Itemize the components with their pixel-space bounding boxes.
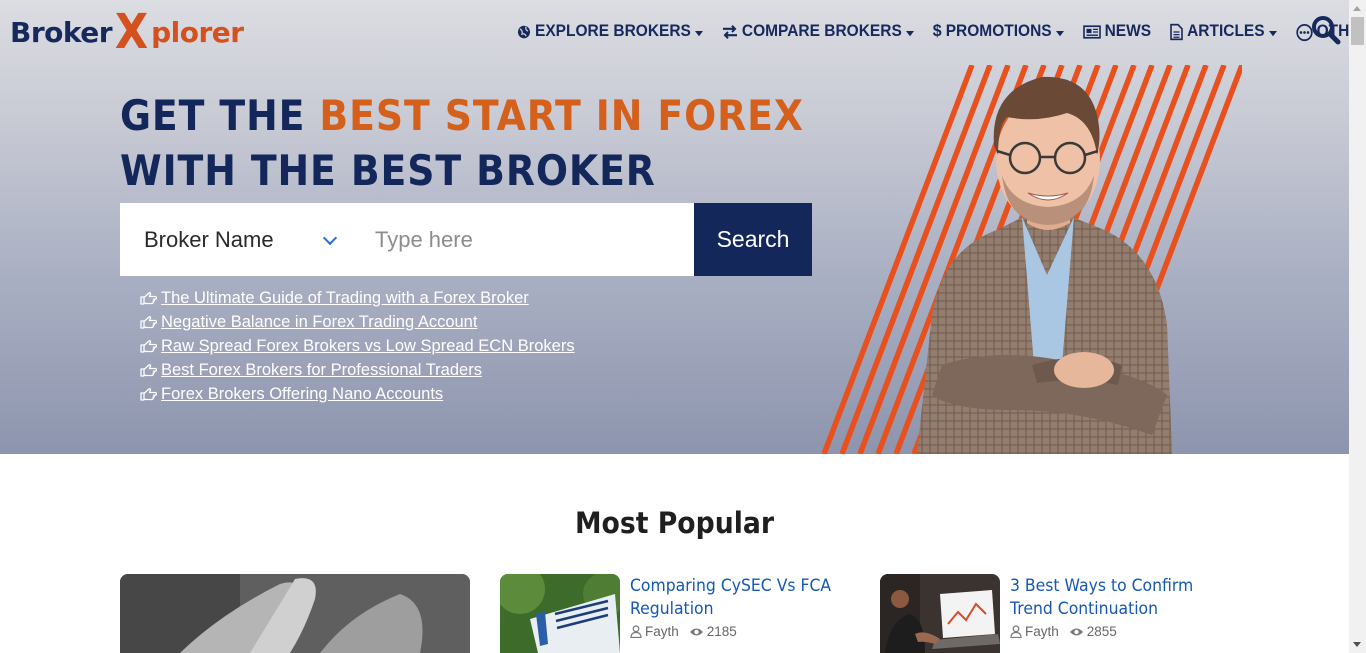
logo-text-plorer: plorer (151, 15, 244, 49)
popular-article-card[interactable]: 3 Best Ways to Confirm Trend Continuatio… (880, 574, 1230, 653)
trading-laptop-image (880, 574, 1000, 653)
quick-links: The Ultimate Guide of Trading with a For… (140, 286, 575, 406)
eye-icon (689, 628, 703, 635)
quick-link-label: Best Forex Brokers for Professional Trad… (161, 360, 482, 379)
eye-icon (1069, 628, 1083, 635)
user-icon (630, 625, 642, 638)
quick-link-label: Negative Balance in Forex Trading Accoun… (161, 312, 478, 331)
views-count: 2185 (706, 624, 737, 639)
nav-news[interactable]: NEWS (1082, 22, 1152, 42)
main-nav: EXPLORE BROKERS COMPARE BROKERS $ PROMOT… (517, 20, 1349, 44)
hero-man-image (822, 65, 1242, 454)
quick-link-label: Forex Brokers Offering Nano Accounts (161, 384, 444, 403)
file-icon (1170, 23, 1183, 41)
headline-line2: WITH THE BEST BROKER (120, 146, 656, 195)
nav-label: EXPLORE BROKERS (535, 22, 691, 41)
user-icon (1010, 625, 1022, 638)
broker-search-bar: Broker Name Search (120, 203, 812, 276)
nav-promotions[interactable]: $ PROMOTIONS (933, 23, 1064, 42)
exchange-icon (722, 24, 737, 40)
views-count: 2855 (1086, 624, 1117, 639)
chevron-down-icon (322, 230, 338, 246)
hero-section: Broker X plorer EXPLORE BROKERS COMPARE … (0, 0, 1349, 454)
quick-link-label: Raw Spread Forex Brokers vs Low Spread E… (161, 336, 575, 355)
hand-pointer-icon (140, 364, 157, 377)
search-input[interactable] (354, 203, 694, 276)
handshake-image (120, 574, 470, 653)
select-value: Broker Name (144, 226, 274, 252)
nav-explore-brokers[interactable]: EXPLORE BROKERS (517, 23, 703, 42)
site-logo[interactable]: Broker X plorer (10, 8, 244, 56)
search-icon[interactable] (1311, 15, 1341, 45)
article-author: Fayth (645, 624, 679, 639)
nav-label: ARTICLES (1187, 22, 1265, 41)
nav-label: PROMOTIONS (945, 22, 1052, 41)
article-meta: Fayth 2855 (1010, 624, 1117, 639)
caret-down-icon (905, 30, 914, 36)
newspaper-icon (1082, 25, 1101, 39)
scroll-down-arrow-icon[interactable] (1353, 642, 1361, 647)
article-title[interactable]: 3 Best Ways to Confirm Trend Continuatio… (1010, 575, 1212, 621)
quick-link[interactable]: Best Forex Brokers for Professional Trad… (140, 358, 575, 382)
quick-link[interactable]: Raw Spread Forex Brokers vs Low Spread E… (140, 334, 575, 358)
nav-compare-brokers[interactable]: COMPARE BROKERS (722, 23, 914, 42)
nav-articles[interactable]: ARTICLES (1170, 23, 1277, 42)
scrollbar-thumb[interactable] (1351, 17, 1364, 45)
search-type-select[interactable]: Broker Name (120, 203, 354, 276)
caret-down-icon (1268, 30, 1277, 36)
article-meta: Fayth 2185 (630, 624, 737, 639)
quick-link[interactable]: The Ultimate Guide of Trading with a For… (140, 286, 575, 310)
headline-accent: BEST START IN FOREX (319, 91, 804, 140)
logo-x: X (114, 4, 149, 60)
hero-headline: GET THE BEST START IN FOREX WITH THE BES… (120, 88, 804, 198)
caret-down-icon (1055, 30, 1064, 36)
hand-pointer-icon (140, 292, 157, 305)
scroll-up-arrow-icon[interactable] (1353, 6, 1361, 11)
logo-text-broker: Broker (10, 15, 113, 49)
quick-link[interactable]: Forex Brokers Offering Nano Accounts (140, 382, 575, 406)
globe-icon (518, 25, 530, 39)
caret-down-icon (694, 30, 703, 36)
dollar-icon: $ (932, 22, 942, 41)
headline-plain: GET THE (120, 91, 320, 140)
cysec-sign-image (500, 574, 620, 653)
section-title: Most Popular (574, 506, 775, 540)
article-author: Fayth (1025, 624, 1059, 639)
hand-pointer-icon (140, 388, 157, 401)
article-views: 2855 (1069, 624, 1117, 639)
nav-label: NEWS (1104, 22, 1152, 41)
popular-article-card[interactable]: Comparing CySEC Vs FCA Regulation Fayth … (500, 574, 840, 653)
article-title[interactable]: Comparing CySEC Vs FCA Regulation (630, 575, 832, 621)
quick-link-label: The Ultimate Guide of Trading with a For… (161, 288, 529, 307)
article-thumbnail (500, 574, 620, 653)
nav-label: COMPARE BROKERS (741, 22, 902, 41)
featured-article-image[interactable] (120, 574, 470, 653)
article-views: 2185 (689, 624, 737, 639)
search-button[interactable]: Search (694, 203, 812, 276)
page-scrollbar[interactable] (1349, 0, 1366, 653)
hand-pointer-icon (140, 316, 157, 329)
hand-pointer-icon (140, 340, 157, 353)
quick-link[interactable]: Negative Balance in Forex Trading Accoun… (140, 310, 575, 334)
article-thumbnail (880, 574, 1000, 653)
